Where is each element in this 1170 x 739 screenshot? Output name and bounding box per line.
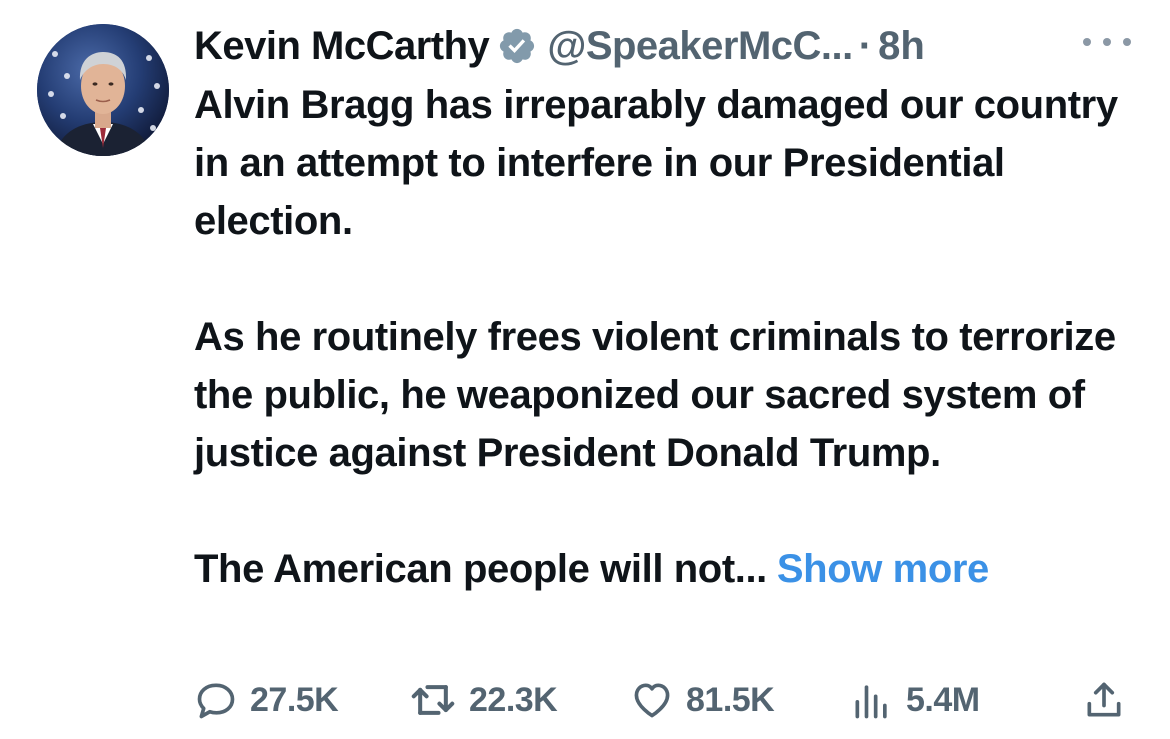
- tweet-paragraph-truncated: The American people will not... Show more: [194, 540, 1144, 598]
- like-button[interactable]: 81.5K: [630, 672, 775, 728]
- tweet-paragraph: Alvin Bragg has irreparably damaged our …: [194, 83, 1118, 243]
- share-button[interactable]: [1082, 672, 1126, 728]
- tweet: Kevin McCarthy @SpeakerMcC... · 8h Alvin…: [0, 0, 1170, 739]
- reply-button[interactable]: 27.5K: [194, 672, 339, 728]
- tweet-paragraph: As he routinely frees violent criminals …: [194, 315, 1116, 475]
- verified-badge-icon: [497, 26, 537, 66]
- avatar-image: [37, 24, 169, 156]
- retweet-count: 22.3K: [469, 680, 558, 719]
- action-bar: 27.5K 22.3K 81.5K 5.4M: [194, 672, 1144, 728]
- retweet-button[interactable]: 22.3K: [409, 672, 558, 728]
- reply-icon: [197, 683, 235, 719]
- tweet-timestamp[interactable]: 8h: [878, 20, 925, 72]
- author-handle[interactable]: @SpeakerMcC...: [547, 20, 853, 72]
- dot: [1103, 38, 1111, 46]
- reply-count: 27.5K: [250, 680, 339, 719]
- retweet-icon: [411, 685, 455, 715]
- separator-dot: ·: [858, 24, 873, 68]
- tweet-paragraph-text: The American people will not...: [194, 547, 767, 591]
- share-icon: [1087, 682, 1121, 717]
- dot: [1123, 38, 1131, 46]
- dot: [1083, 38, 1091, 46]
- tweet-header: Kevin McCarthy @SpeakerMcC... · 8h: [194, 20, 925, 72]
- like-count: 81.5K: [686, 680, 775, 719]
- more-dots-icon[interactable]: [1083, 30, 1131, 54]
- heart-icon: [634, 683, 670, 718]
- avatar[interactable]: [37, 24, 169, 156]
- tweet-text: Alvin Bragg has irreparably damaged our …: [194, 76, 1144, 598]
- views-icon: [855, 685, 887, 719]
- author-name[interactable]: Kevin McCarthy: [194, 20, 490, 72]
- show-more-link[interactable]: Show more: [777, 547, 989, 591]
- views-count: 5.4M: [906, 680, 980, 719]
- views-button[interactable]: 5.4M: [850, 672, 980, 728]
